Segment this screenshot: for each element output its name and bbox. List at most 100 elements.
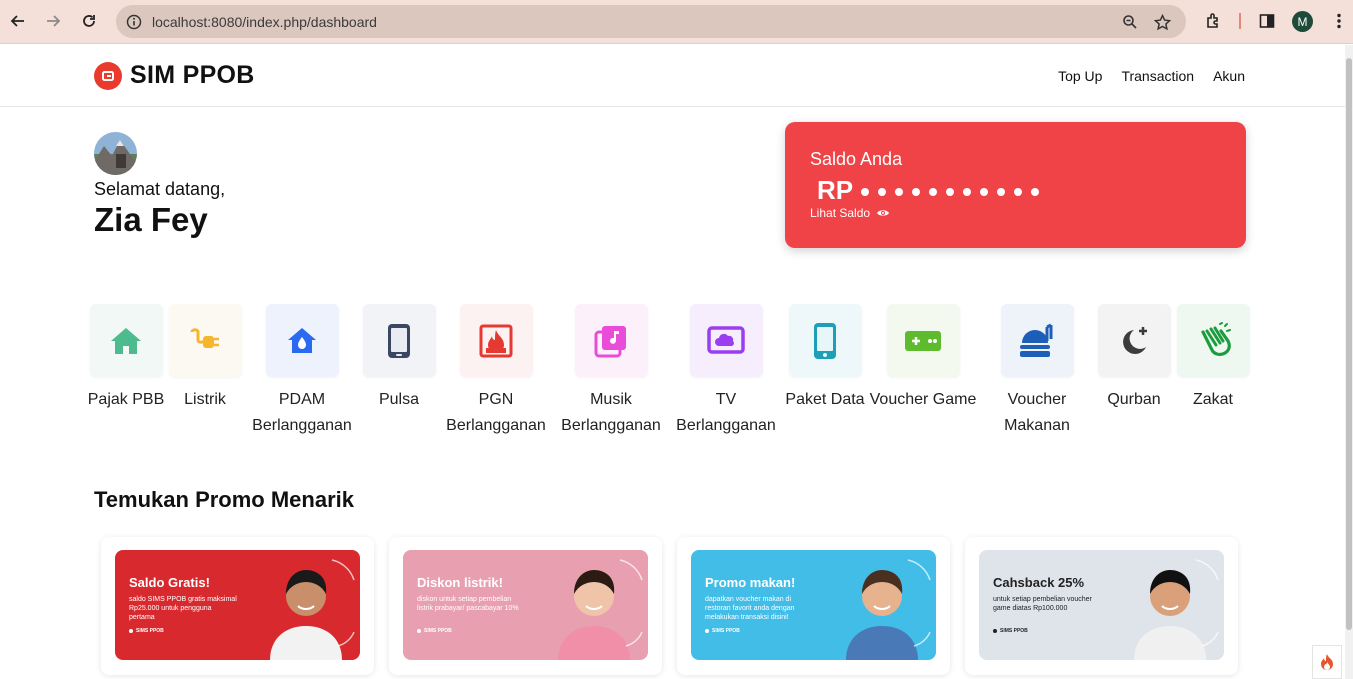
hands-icon[interactable] xyxy=(1176,304,1250,377)
promo-banner[interactable]: Promo makan! dapatkan voucher makan di re… xyxy=(691,550,936,660)
nav-akun[interactable]: Akun xyxy=(1213,68,1245,84)
side-panel-icon[interactable] xyxy=(1256,10,1278,32)
brand-name: SIM PPOB xyxy=(130,61,255,89)
gamepad-icon[interactable] xyxy=(886,304,960,377)
plug-icon[interactable] xyxy=(168,304,242,377)
service-label: Zakat xyxy=(1192,391,1233,408)
promo-banner[interactable]: Diskon listrik! diskon untuk setiap pembe… xyxy=(403,550,648,660)
browser-toolbar: localhost:8080/index.php/dashboard M xyxy=(0,0,1353,44)
service-item[interactable]: PGN Berlangganan xyxy=(436,304,556,439)
url-text[interactable]: localhost:8080/index.php/dashboard xyxy=(152,14,377,30)
toolbar-divider xyxy=(1239,13,1241,29)
mask-dot xyxy=(1031,188,1039,196)
promo-brand: SIMS PPOB xyxy=(417,628,452,634)
promo-person-illustration xyxy=(846,559,931,660)
menu-kebab-icon[interactable] xyxy=(1328,10,1350,32)
music-icon[interactable] xyxy=(574,304,648,377)
mask-dot xyxy=(878,188,886,196)
service-label: Pulsa xyxy=(378,391,420,408)
promo-card[interactable]: Diskon listrik! diskon untuk setiap pembe… xyxy=(389,537,662,675)
service-label: Listrik xyxy=(184,391,226,408)
water-home-icon[interactable] xyxy=(265,304,339,377)
service-label: Voucher Game xyxy=(869,391,977,408)
site-header: SIM PPOB Top Up Transaction Akun xyxy=(0,45,1345,107)
service-label: PGN Berlangganan xyxy=(446,391,546,434)
promo-card[interactable]: Promo makan! dapatkan voucher makan di re… xyxy=(677,537,950,675)
promo-brand: SIMS PPOB xyxy=(993,628,1028,634)
mobile-data-icon[interactable] xyxy=(788,304,862,377)
mask-dot xyxy=(912,188,920,196)
promo-heading: Saldo Gratis! xyxy=(129,575,210,590)
service-label: Paket Data xyxy=(785,391,865,408)
brand-dot-icon xyxy=(417,629,421,633)
balance-label: Saldo Anda xyxy=(810,149,903,169)
mask-dot xyxy=(946,188,954,196)
forward-icon[interactable] xyxy=(41,9,65,33)
eye-icon xyxy=(877,210,890,216)
promo-brand-label: SIMS PPOB xyxy=(712,628,740,634)
phone-icon[interactable] xyxy=(362,304,436,377)
mask-dot xyxy=(1014,188,1022,196)
promo-person-illustration xyxy=(270,559,355,660)
user-avatar xyxy=(94,132,137,175)
site-info-icon[interactable] xyxy=(124,12,144,32)
promo-heading: Cahsback 25% xyxy=(993,575,1085,590)
promo-brand-label: SIMS PPOB xyxy=(424,628,452,634)
brand-dot-icon xyxy=(705,629,709,633)
logo-icon xyxy=(94,61,122,90)
service-label: TV Berlangganan xyxy=(676,391,776,434)
promo-brand: SIMS PPOB xyxy=(705,628,740,634)
mask-dot xyxy=(997,188,1005,196)
top-navigation: Top Up Transaction Akun xyxy=(1058,68,1245,84)
back-icon[interactable] xyxy=(6,9,30,33)
nav-transaction[interactable]: Transaction xyxy=(1121,68,1194,84)
service-label: PDAM Berlangganan xyxy=(252,391,352,434)
mask-dot xyxy=(861,188,869,196)
bookmark-star-icon[interactable] xyxy=(1152,12,1172,32)
show-balance-label: Lihat Saldo xyxy=(810,206,871,220)
service-item[interactable]: Voucher Game xyxy=(863,304,983,413)
mask-dot xyxy=(895,188,903,196)
debug-toolbar-icon[interactable] xyxy=(1312,645,1342,679)
reload-icon[interactable] xyxy=(77,9,101,33)
brand-logo[interactable]: SIM PPOB xyxy=(94,61,255,90)
service-label: Voucher Makanan xyxy=(1004,391,1070,434)
promo-brand-label: SIMS PPOB xyxy=(1000,628,1028,634)
promo-card[interactable]: Cahsback 25% untuk setiap pembelian vouch… xyxy=(965,537,1238,675)
promo-card[interactable]: Saldo Gratis! saldo SIMS PPOB gratis maks… xyxy=(101,537,374,675)
balance-masked-value xyxy=(861,188,1039,196)
zoom-icon[interactable] xyxy=(1120,12,1140,32)
balance-card: Saldo Anda RP Lihat Saldo xyxy=(785,122,1246,248)
show-balance-toggle[interactable]: Lihat Saldo xyxy=(810,206,890,220)
mask-dot xyxy=(980,188,988,196)
balance-currency: RP xyxy=(817,175,854,205)
tv-cloud-icon[interactable] xyxy=(689,304,763,377)
promo-heading: Diskon listrik! xyxy=(417,575,503,590)
promo-section-title: Temukan Promo Menarik xyxy=(94,487,354,512)
promo-description: saldo SIMS PPOB gratis maksimal Rp25.000… xyxy=(129,596,237,621)
service-item[interactable]: Zakat xyxy=(1153,304,1273,413)
user-name: Zia Fey xyxy=(94,201,208,238)
scrollbar-thumb[interactable] xyxy=(1346,58,1352,630)
promo-description: diskon untuk setiap pembelian listrik pr… xyxy=(417,596,519,612)
promo-banner[interactable]: Cahsback 25% untuk setiap pembelian vouch… xyxy=(979,550,1224,660)
brand-dot-icon xyxy=(993,629,997,633)
promo-person-illustration xyxy=(1134,559,1219,660)
gas-flame-icon[interactable] xyxy=(459,304,533,377)
promo-heading: Promo makan! xyxy=(705,575,796,590)
promo-banner[interactable]: Saldo Gratis! saldo SIMS PPOB gratis maks… xyxy=(115,550,360,660)
extensions-icon[interactable] xyxy=(1203,10,1225,32)
promo-brand: SIMS PPOB xyxy=(129,628,164,634)
promo-description: untuk setiap pembelian voucher game diat… xyxy=(993,596,1092,612)
welcome-text: Selamat datang, xyxy=(94,179,226,199)
nav-topup[interactable]: Top Up xyxy=(1058,68,1102,84)
service-label: Musik Berlangganan xyxy=(561,391,661,434)
address-bar[interactable]: localhost:8080/index.php/dashboard xyxy=(116,5,1186,38)
profile-avatar[interactable]: M xyxy=(1292,11,1313,32)
mask-dot xyxy=(929,188,937,196)
promo-person-illustration xyxy=(558,559,643,660)
food-icon[interactable] xyxy=(1000,304,1074,377)
mask-dot xyxy=(963,188,971,196)
service-item[interactable]: Musik Berlangganan xyxy=(551,304,671,439)
promo-description: dapatkan voucher makan di restoran favor… xyxy=(705,596,795,621)
